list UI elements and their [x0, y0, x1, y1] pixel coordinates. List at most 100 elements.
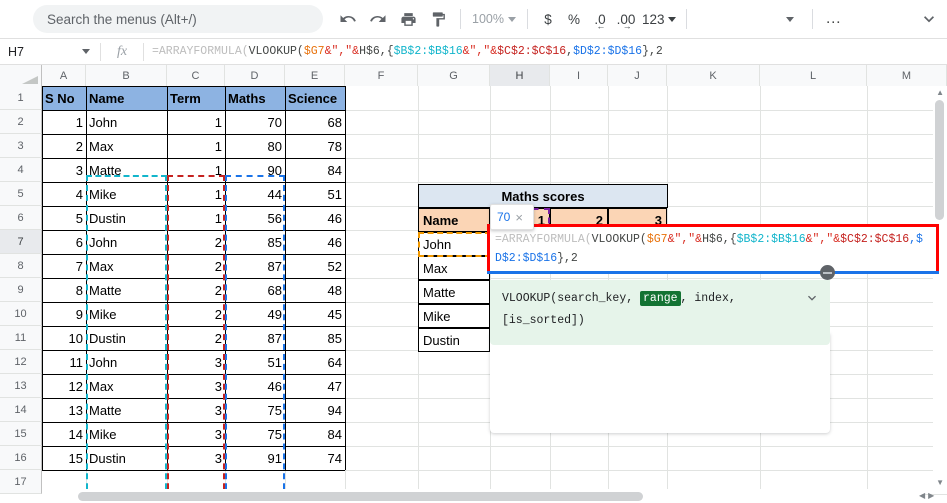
right-table-name-cell[interactable]: Mike: [418, 304, 490, 328]
currency-format-button[interactable]: $: [535, 5, 561, 33]
grid-cell[interactable]: 3: [167, 446, 225, 470]
column-header-j[interactable]: J: [608, 65, 667, 86]
vertical-scrollbar-thumb[interactable]: [935, 100, 944, 220]
collapse-toolbar-button[interactable]: [915, 5, 943, 33]
grid-cell[interactable]: Matte: [86, 278, 167, 302]
help-collapse-button[interactable]: [804, 290, 820, 315]
grid-cell[interactable]: 56: [225, 206, 285, 230]
grid-cell[interactable]: Matte: [86, 158, 167, 182]
undo-button[interactable]: [333, 4, 363, 34]
row-header-16[interactable]: 16: [0, 446, 42, 470]
grid-cell[interactable]: John: [86, 350, 167, 374]
grid-cell[interactable]: 84: [285, 158, 345, 182]
right-table-name-cell[interactable]: Matte: [418, 280, 490, 304]
decrease-decimal-button[interactable]: .0 ←: [587, 5, 613, 33]
right-table-name-cell[interactable]: John: [418, 232, 490, 256]
increase-decimal-button[interactable]: .00 →: [613, 5, 639, 33]
column-header-d[interactable]: D: [225, 65, 285, 86]
column-header-k[interactable]: K: [667, 65, 760, 86]
grid-cell[interactable]: 87: [225, 326, 285, 350]
cell-formula-editor[interactable]: =ARRAYFORMULA(VLOOKUP($G7&","&H$6,{$B$2:…: [487, 224, 939, 274]
grid-cell[interactable]: 44: [225, 182, 285, 206]
grid-cell[interactable]: 75: [225, 398, 285, 422]
grid-cell[interactable]: 91: [225, 446, 285, 470]
row-header-14[interactable]: 14: [0, 398, 42, 422]
row-header-5[interactable]: 5: [0, 182, 42, 206]
zoom-select[interactable]: 100%: [468, 12, 520, 26]
grid-cell[interactable]: 2: [167, 254, 225, 278]
search-input[interactable]: Search the menus (Alt+/): [33, 5, 323, 33]
grid-cell[interactable]: 1: [167, 134, 225, 158]
scroll-down-icon[interactable]: ▼: [936, 478, 944, 487]
right-table-name-cell[interactable]: Dustin: [418, 328, 490, 352]
grid-cell[interactable]: 2: [167, 326, 225, 350]
grid-cell[interactable]: 46: [285, 206, 345, 230]
scroll-left-icon[interactable]: ◀: [919, 491, 925, 500]
grid-cell[interactable]: 46: [285, 230, 345, 254]
grid-cell[interactable]: Matte: [86, 398, 167, 422]
grid-cell[interactable]: Term: [167, 86, 225, 110]
grid-cell[interactable]: 2: [167, 230, 225, 254]
grid-cell[interactable]: 78: [285, 134, 345, 158]
column-header-l[interactable]: L: [760, 65, 867, 86]
row-header-13[interactable]: 13: [0, 374, 42, 398]
grid-cell[interactable]: 3: [167, 398, 225, 422]
grid-cell[interactable]: Mike: [86, 302, 167, 326]
grid-cell[interactable]: John: [86, 110, 167, 134]
row-header-3[interactable]: 3: [0, 134, 42, 158]
grid-cell[interactable]: 68: [285, 110, 345, 134]
grid-cell[interactable]: 80: [225, 134, 285, 158]
row-header-6[interactable]: 6: [0, 206, 42, 230]
grid-cell[interactable]: 51: [225, 350, 285, 374]
grid-cell[interactable]: 13: [42, 398, 86, 422]
more-toolbar-items-button[interactable]: [775, 4, 805, 34]
row-header-15[interactable]: 15: [0, 422, 42, 446]
row-header-17[interactable]: 17: [0, 470, 42, 494]
close-icon[interactable]: ×: [515, 210, 523, 225]
row-header-10[interactable]: 10: [0, 302, 42, 326]
row-header-12[interactable]: 12: [0, 350, 42, 374]
grid-cell[interactable]: 1: [167, 182, 225, 206]
grid-cell[interactable]: 70: [225, 110, 285, 134]
grid-cell[interactable]: Name: [86, 86, 167, 110]
grid-cell[interactable]: 3: [167, 422, 225, 446]
grid-cell[interactable]: 14: [42, 422, 86, 446]
grid-cell[interactable]: 47: [285, 374, 345, 398]
grid-cell[interactable]: 46: [225, 374, 285, 398]
grid-cell[interactable]: 4: [42, 182, 86, 206]
grid-cell[interactable]: John: [86, 230, 167, 254]
name-box[interactable]: H7: [0, 39, 100, 64]
row-header-11[interactable]: 11: [0, 326, 42, 350]
grid-cell[interactable]: Dustin: [86, 446, 167, 470]
grid-cell[interactable]: Science: [285, 86, 345, 110]
horizontal-scrollbar-thumb[interactable]: [78, 492, 643, 501]
column-header-g[interactable]: G: [418, 65, 490, 86]
percent-format-button[interactable]: %: [561, 5, 587, 33]
grid-cell[interactable]: 94: [285, 398, 345, 422]
grid-cell[interactable]: 15: [42, 446, 86, 470]
grid-cell[interactable]: 48: [285, 278, 345, 302]
grid-cell[interactable]: Max: [86, 134, 167, 158]
grid-cell[interactable]: 6: [42, 230, 86, 254]
grid-cell[interactable]: Maths: [225, 86, 285, 110]
column-header-f[interactable]: F: [345, 65, 418, 86]
vertical-scrollbar[interactable]: ▲ ▼: [933, 86, 947, 489]
column-header-c[interactable]: C: [167, 65, 225, 86]
column-header-a[interactable]: A: [42, 65, 86, 86]
column-header-i[interactable]: I: [550, 65, 608, 86]
grid-cell[interactable]: Max: [86, 254, 167, 278]
grid-cell[interactable]: 68: [225, 278, 285, 302]
more-options-button[interactable]: …: [820, 5, 848, 33]
formula-editor-resize-handle[interactable]: [820, 265, 835, 280]
more-formats-button[interactable]: 123: [639, 5, 679, 33]
row-header-2[interactable]: 2: [0, 110, 42, 134]
grid-cell[interactable]: 1: [167, 158, 225, 182]
grid-cell[interactable]: 85: [225, 230, 285, 254]
grid-cell[interactable]: Mike: [86, 422, 167, 446]
grid-cell[interactable]: 2: [167, 302, 225, 326]
grid-cell[interactable]: 75: [225, 422, 285, 446]
grid-cell[interactable]: 3: [167, 374, 225, 398]
grid-cell[interactable]: 9: [42, 302, 86, 326]
row-header-8[interactable]: 8: [0, 254, 42, 278]
grid-cell[interactable]: 2: [167, 278, 225, 302]
